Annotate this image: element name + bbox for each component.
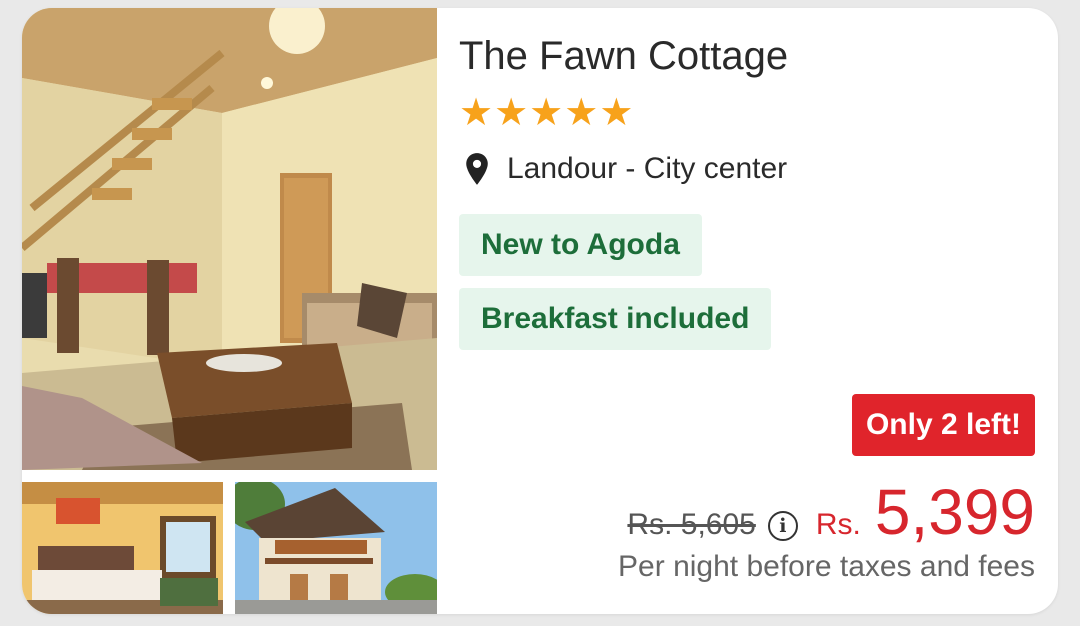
- bedroom-image: [22, 482, 223, 614]
- location[interactable]: Landour - City center: [463, 152, 787, 186]
- price-amount: 5,399: [874, 476, 1035, 548]
- location-label: Landour - City center: [507, 152, 788, 185]
- info-icon[interactable]: i: [767, 511, 798, 541]
- living-room-image: [22, 8, 437, 470]
- star-icon: ★: [529, 90, 564, 134]
- star-icon: ★: [599, 90, 634, 134]
- thumbnail-bedroom[interactable]: [22, 482, 223, 614]
- rooms-left-badge: Only 2 left!: [851, 394, 1035, 456]
- thumbnail-exterior[interactable]: [235, 482, 437, 614]
- exterior-image: [235, 482, 437, 614]
- hotel-name[interactable]: The Fawn Cottage: [459, 34, 788, 79]
- map-pin-icon: [466, 153, 488, 185]
- price-row: Rs. 5,605 i Rs. 5,399: [627, 476, 1035, 548]
- breakfast-included-badge: Breakfast included: [459, 288, 772, 350]
- hotel-card[interactable]: The Fawn Cottage ★ ★ ★ ★ ★ Landour - Cit…: [22, 8, 1058, 614]
- new-to-agoda-badge: New to Agoda: [459, 214, 702, 276]
- hotel-details: The Fawn Cottage ★ ★ ★ ★ ★ Landour - Cit…: [459, 8, 1058, 614]
- star-rating: ★ ★ ★ ★ ★: [459, 92, 633, 132]
- price-currency: Rs.: [815, 508, 861, 541]
- price-note: Per night before taxes and fees: [618, 550, 1035, 583]
- star-icon: ★: [459, 90, 494, 134]
- star-icon: ★: [564, 90, 599, 134]
- star-icon: ★: [494, 90, 529, 134]
- main-photo[interactable]: [22, 8, 437, 470]
- original-price: Rs. 5,605: [627, 508, 756, 541]
